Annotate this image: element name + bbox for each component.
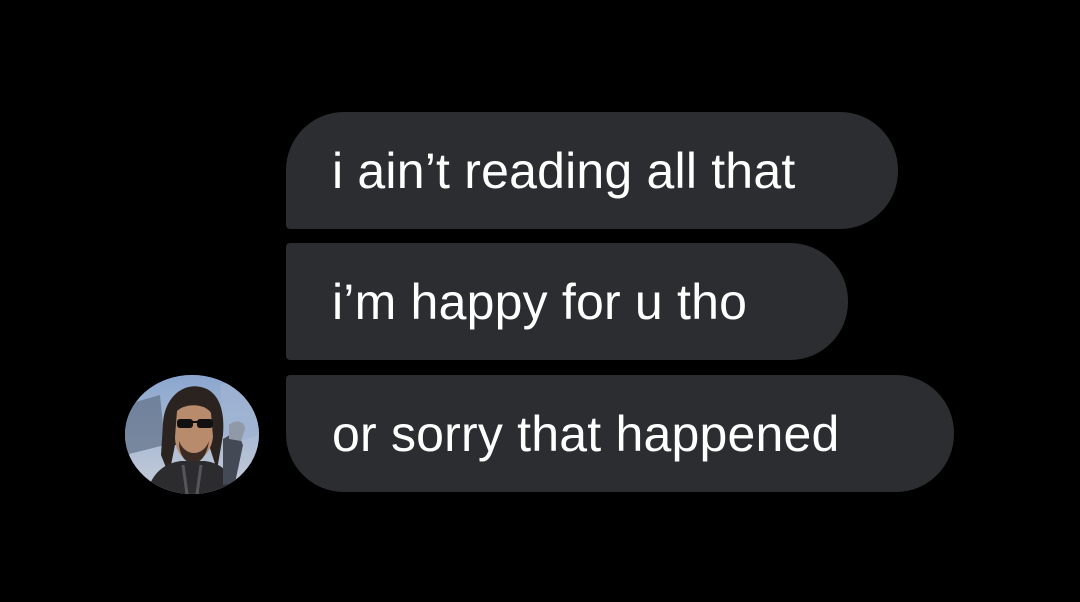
message-text: i’m happy for u tho <box>332 273 748 330</box>
message-bubble[interactable]: i’m happy for u tho <box>286 243 848 360</box>
profile-photo-icon <box>125 375 259 494</box>
message-text: or sorry that happened <box>332 405 840 462</box>
avatar[interactable] <box>125 375 259 494</box>
chat-screen: i ain’t reading all that i’m happy for u… <box>0 0 1080 602</box>
message-text: i ain’t reading all that <box>332 142 796 199</box>
message-bubble[interactable]: or sorry that happened <box>286 375 954 492</box>
message-bubble[interactable]: i ain’t reading all that <box>286 112 898 229</box>
